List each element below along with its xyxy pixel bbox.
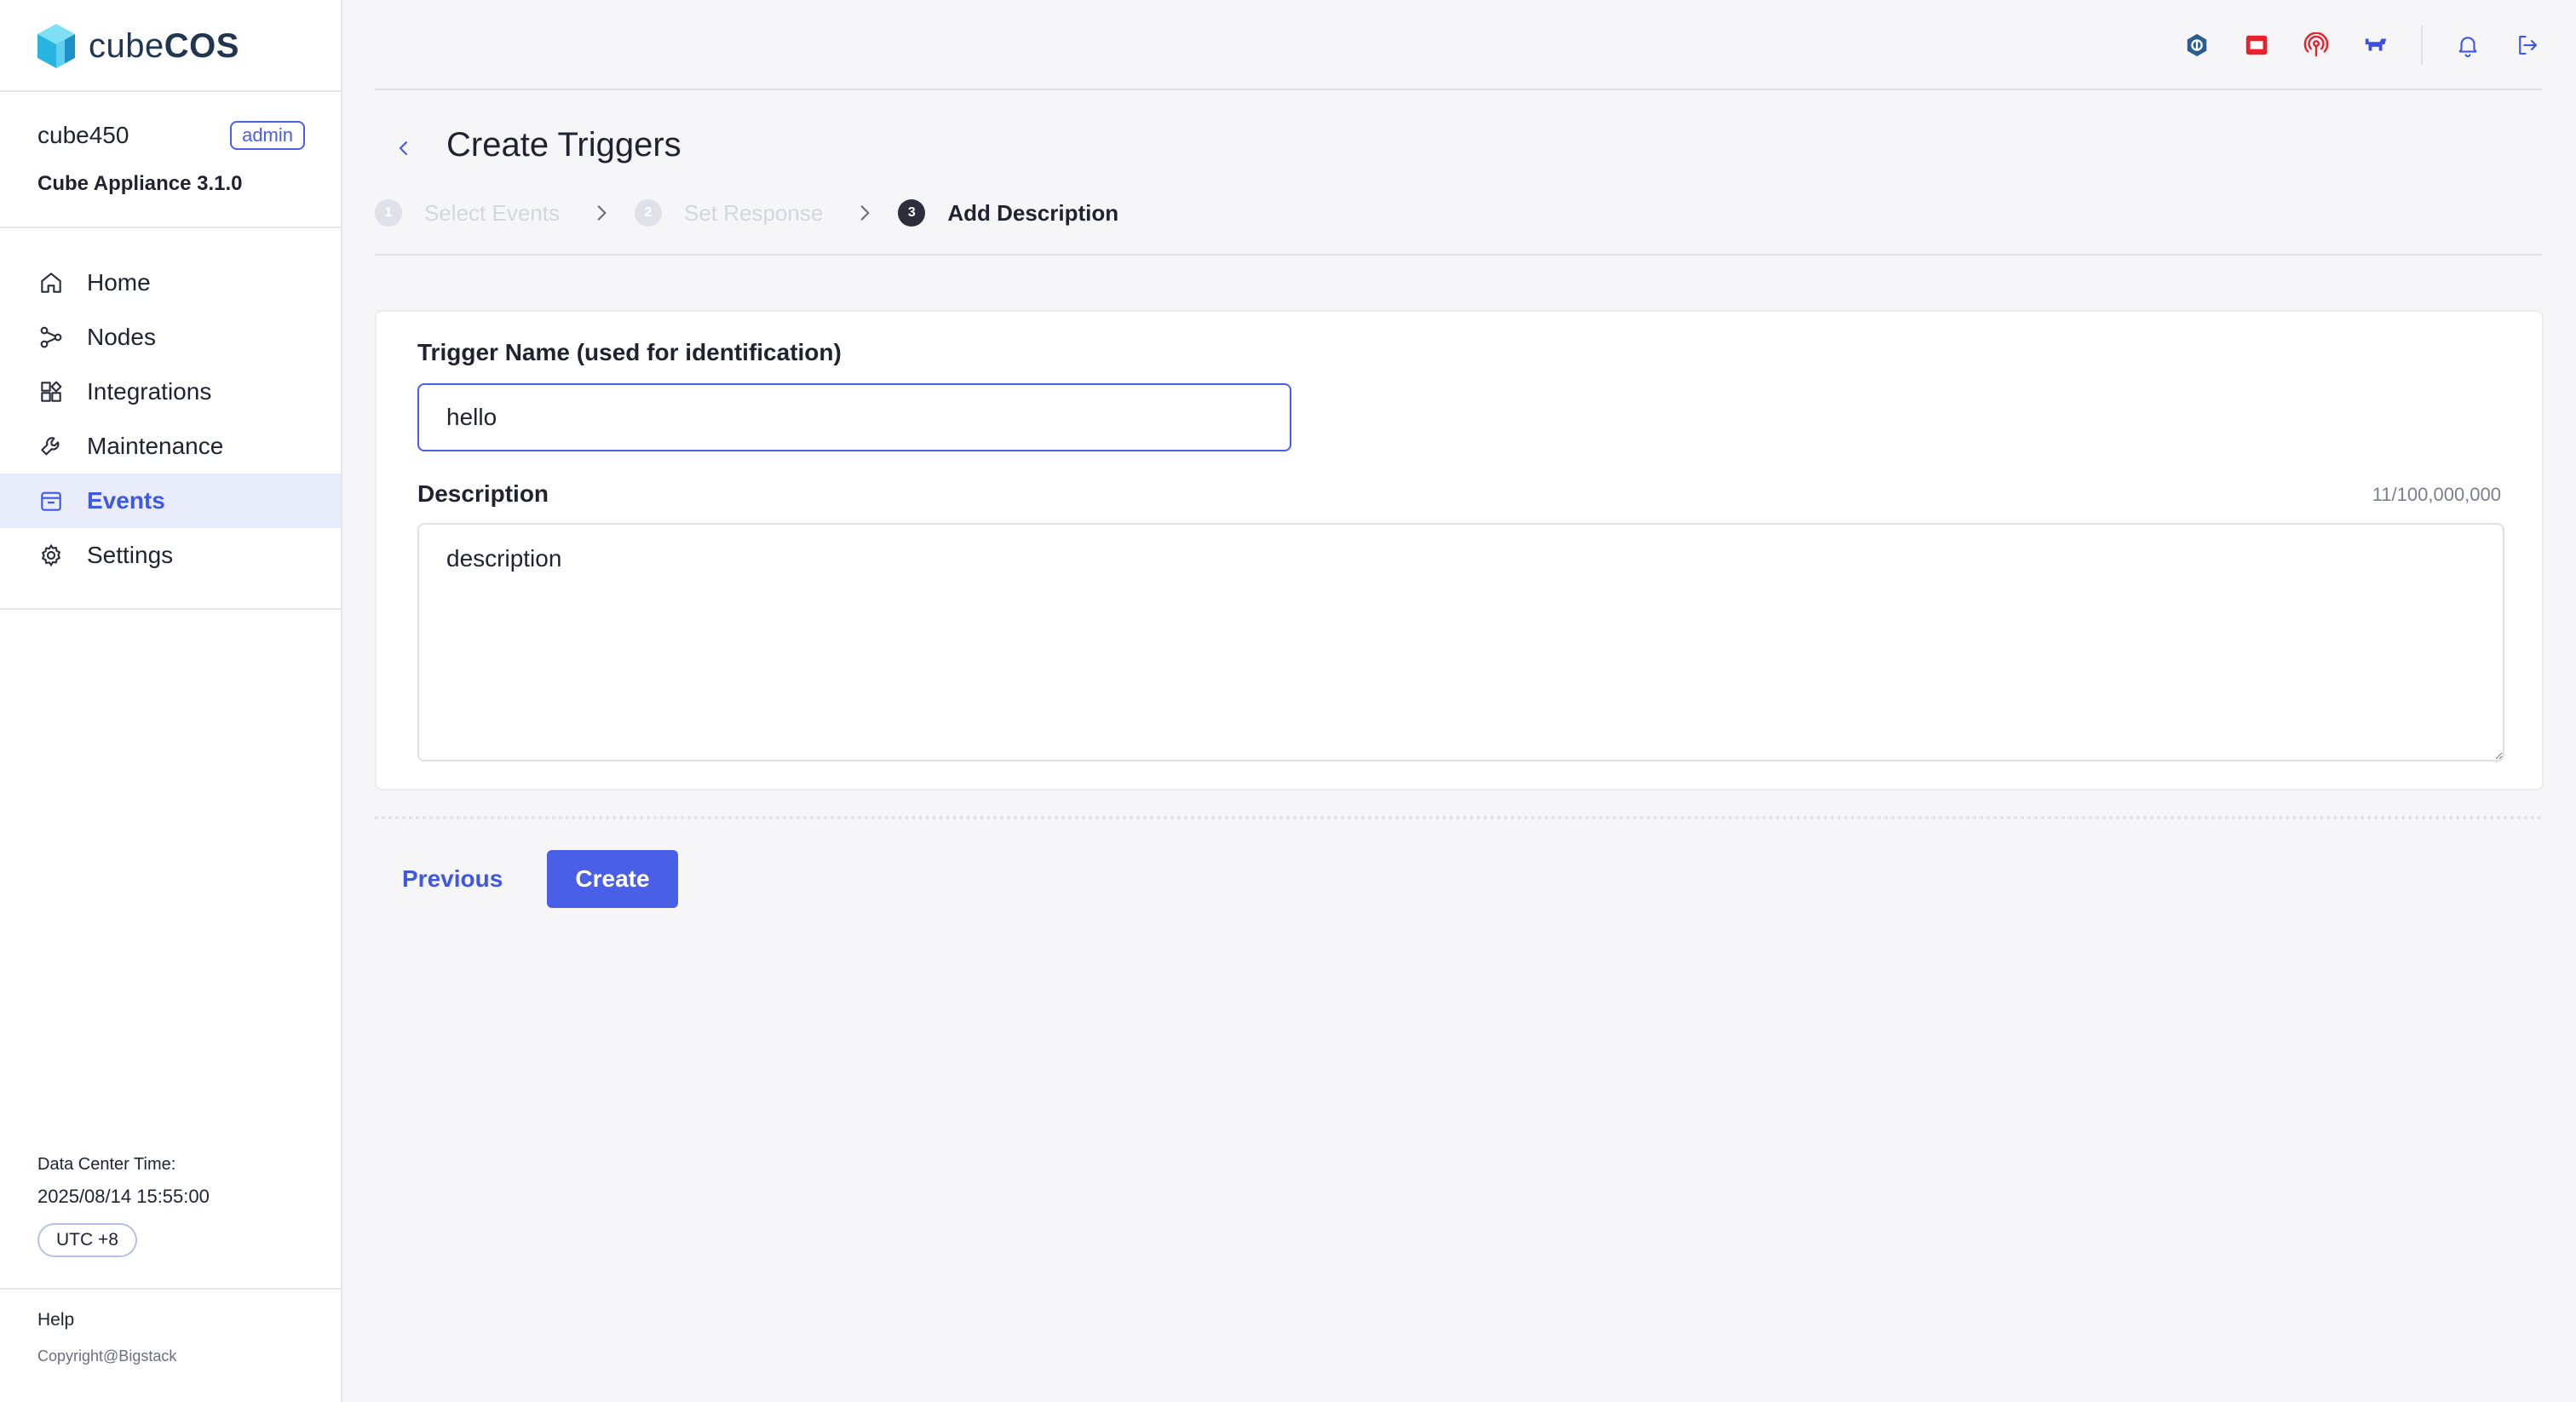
- description-textarea[interactable]: description: [417, 523, 2504, 761]
- create-button[interactable]: Create: [547, 850, 678, 908]
- back-button[interactable]: [385, 129, 423, 167]
- sidebar-item-label: Maintenance: [87, 433, 224, 459]
- bell-icon[interactable]: [2453, 31, 2482, 60]
- timezone-badge[interactable]: UTC +8: [37, 1223, 137, 1257]
- role-badge: admin: [230, 121, 305, 150]
- cube-logo-icon: [37, 24, 75, 68]
- gear-icon: [41, 543, 61, 567]
- step-label: Select Events: [424, 199, 560, 226]
- sidebar-item-maintenance[interactable]: Maintenance: [0, 419, 341, 474]
- topbar: [375, 0, 2542, 90]
- sidebar-item-label: Nodes: [87, 324, 156, 350]
- header-divider: [375, 254, 2542, 256]
- sidebar-item-label: Events: [87, 487, 165, 514]
- stepper: 1 Select Events 2 Set Response 3 Add Des…: [375, 196, 1118, 230]
- divider: [0, 1288, 342, 1290]
- sidebar-item-events[interactable]: Events: [0, 474, 341, 528]
- trigger-form-card: Trigger Name (used for identification) D…: [375, 310, 2544, 790]
- logo-prefix: cube: [89, 26, 164, 65]
- step-add-description[interactable]: 3 Add Description: [898, 199, 1118, 227]
- description-label: Description: [417, 480, 549, 507]
- page-title: Create Triggers: [446, 126, 681, 164]
- app-logo[interactable]: cubeCOS: [36, 22, 239, 70]
- sidebar-item-nodes[interactable]: Nodes: [0, 310, 341, 365]
- wrench-icon: [41, 437, 60, 456]
- step-number: 1: [375, 199, 402, 227]
- character-counter: 11/100,000,000: [2372, 484, 2501, 505]
- sidebar-item-label: Integrations: [87, 378, 212, 405]
- divider: [0, 90, 342, 92]
- home-icon: [41, 273, 61, 293]
- trigger-name-label: Trigger Name (used for identification): [417, 339, 842, 365]
- chevron-right-icon: [854, 202, 876, 224]
- ceph-icon[interactable]: [2182, 31, 2211, 60]
- logo-text: cubeCOS: [89, 27, 239, 66]
- topbar-divider: [2421, 26, 2423, 65]
- datacenter-time-label: Data Center Time:: [37, 1155, 176, 1174]
- dotted-divider: [375, 816, 2544, 819]
- sidebar-item-settings[interactable]: Settings: [0, 528, 341, 583]
- help-link[interactable]: Help: [37, 1310, 74, 1330]
- rancher-icon[interactable]: [2361, 31, 2390, 60]
- previous-button[interactable]: Previous: [385, 850, 520, 908]
- copyright: Copyright@Bigstack: [37, 1347, 177, 1365]
- integrations-icon: [41, 381, 62, 402]
- sidebar-item-home[interactable]: Home: [0, 256, 341, 310]
- datacenter-time-value: 2025/08/14 15:55:00: [37, 1186, 210, 1207]
- step-select-events[interactable]: 1 Select Events: [375, 199, 560, 227]
- step-label: Set Response: [683, 199, 824, 226]
- nodes-icon: [40, 326, 62, 348]
- divider: [0, 608, 342, 610]
- sidebar-nav: Home Nodes Integrations Maintenance Even…: [0, 256, 341, 583]
- trigger-name-input[interactable]: [417, 383, 1291, 451]
- chevron-right-icon: [590, 202, 612, 224]
- divider: [0, 227, 342, 228]
- logo-suffix: COS: [164, 26, 239, 65]
- sidebar: cubeCOS cube450 admin Cube Appliance 3.1…: [0, 0, 342, 1402]
- signal-icon[interactable]: [2302, 31, 2331, 60]
- step-number: 2: [634, 199, 662, 227]
- sidebar-item-label: Home: [87, 269, 151, 296]
- sidebar-item-label: Settings: [87, 542, 174, 568]
- step-number: 3: [898, 199, 926, 227]
- topbar-icons: [2182, 26, 2542, 65]
- appliance-version: Cube Appliance 3.1.0: [37, 172, 243, 195]
- events-icon: [41, 491, 61, 511]
- step-set-response[interactable]: 2 Set Response: [634, 199, 824, 227]
- openstack-icon[interactable]: [2242, 31, 2271, 60]
- step-label: Add Description: [947, 199, 1119, 226]
- chevron-left-icon: [399, 141, 407, 155]
- logout-icon[interactable]: [2513, 31, 2542, 60]
- sidebar-item-integrations[interactable]: Integrations: [0, 365, 341, 419]
- user-info: cube450 admin: [37, 121, 305, 150]
- username: cube450: [37, 122, 129, 148]
